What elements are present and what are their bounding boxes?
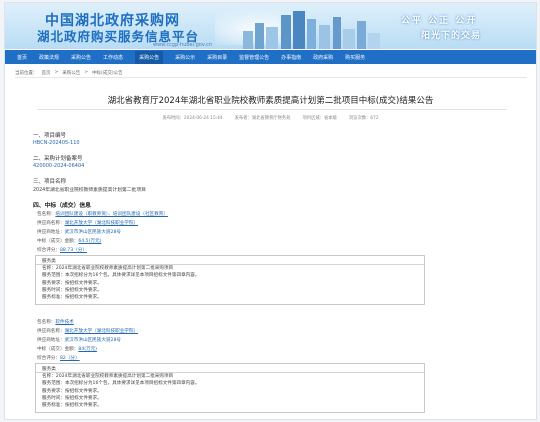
award1-amount: 中标（成交）金额：64.5(万元) [37, 238, 101, 244]
award1-package: 包名称：培训团队建设（职教师资）、培训团队建设（社区教育） [37, 211, 168, 217]
award2-amount-value: 84(万元) [78, 347, 97, 352]
award1-package-label: 包名称： [37, 212, 56, 217]
award2-score-value: 82（分） [59, 356, 80, 361]
award1-service-scope: 服务范围：本次招标分为16个包。具体要求详见本项目招标文件第四章内容。 [42, 273, 200, 279]
page-frame: 中国湖北政府采购网 湖北政府购买服务信息平台 www.ccgp-hubei.go… [4, 2, 537, 420]
nav-item-work[interactable]: 工作动态 [103, 54, 123, 61]
nav-item-policy[interactable]: 政策法规 [39, 54, 59, 61]
award2-supplier: 供应商名称：湖北开放大学（湖北科技职业学院） [37, 328, 138, 334]
nav-item-announce[interactable]: 采购公告 [71, 54, 91, 61]
main-nav: 首页 政策法规 采购公告 工作动态 采购公告 采购公示 采购目录 监督管理公告 … [5, 50, 536, 64]
nav-item-gov-procure[interactable]: 政府采购 [313, 54, 333, 61]
meta-publisher: 发布者：湖北省教育厅财务处 [234, 116, 291, 121]
project-name-value: 2024年湖北省职业院校教师素质提高计划第二批项目 [33, 188, 146, 193]
award1-address-value: 武汉市洪山区民族大道28号 [64, 230, 121, 235]
breadcrumb-item-award[interactable]: 中标(成交)公告 [92, 70, 123, 76]
breadcrumb-separator: > [54, 70, 59, 75]
award2-service-name: 名称：2024年湖北省职业院校教师素质提高计划第二批采购项目 [42, 374, 174, 379]
award1-supplier: 供应商名称：湖北开放大学（湖北科技职业学院） [37, 220, 138, 226]
slogan-fair: 公平 公正 公开 [401, 16, 478, 26]
award2-service-box-head: 服务类 [36, 364, 424, 373]
slogan-sunshine: 阳光下的交易 [421, 31, 482, 41]
award2-address: 供应商地址：武汉市洪山区民族大道28号 [37, 337, 121, 343]
award1-service-time: 服务时间：按招标文件要求。 [42, 287, 102, 293]
award2-supplier-label: 供应商名称： [37, 329, 65, 334]
nav-item-purchase-notice[interactable]: 采购公告 [135, 50, 164, 64]
award1-service-box-head: 服务类 [36, 256, 424, 265]
nav-item-buy-service[interactable]: 购买服务 [345, 54, 365, 61]
award1-score-value: 88.73（分） [59, 248, 87, 253]
project-number-value: HBCN-202405-110 [33, 140, 80, 146]
site-banner: 中国湖北政府采购网 湖北政府购买服务信息平台 www.ccgp-hubei.go… [5, 3, 536, 49]
breadcrumb-prefix: 当前位置： [15, 70, 38, 76]
award2-amount: 中标（成交）金额：84(万元) [37, 346, 97, 352]
title-divider [37, 109, 507, 110]
award2-address-value: 武汉市洪山区民族大道28号 [64, 338, 121, 343]
award1-amount-value: 64.5(万元) [78, 239, 102, 244]
award1-package-value[interactable]: 培训团队建设（职教师资）、培训团队建设（社区教育） [55, 212, 168, 217]
nav-item-publicity[interactable]: 采购公示 [175, 54, 195, 61]
section-plan-number-heading: 二、采购计划备案号 [33, 156, 83, 162]
page-title: 湖北省教育厅2024年湖北省职业院校教师素质提高计划第二批项目中标(成交)结果公… [107, 96, 434, 106]
award2-package-value[interactable]: 软件技术 [55, 320, 73, 325]
award2-service-standard: 服务标准：按招标文件要求。 [42, 403, 102, 409]
section-project-number-heading: 一、项目编号 [33, 133, 67, 139]
award2-service-box: 服务类 名称：2024年湖北省职业院校教师素质提高计划第二批采购项目 服务范围：… [35, 363, 425, 413]
nav-item-home[interactable]: 首页 [17, 54, 27, 61]
award1-address: 供应商地址：武汉市洪山区民族大道28号 [37, 229, 121, 235]
award1-score: 综合评分：88.73（分） [37, 247, 87, 253]
award1-amount-label: 中标（成交）金额： [37, 239, 79, 244]
award2-address-label: 供应商地址： [37, 338, 65, 343]
meta-date: 发布时间：2024-06-24 15:44 [162, 116, 223, 121]
award1-supplier-label: 供应商名称： [37, 221, 65, 226]
award2-package-label: 包名称： [37, 320, 56, 325]
award1-address-label: 供应商地址： [37, 230, 65, 235]
award2-service-time: 服务时间：按招标文件要求。 [42, 395, 102, 401]
award2-package: 包名称：软件技术 [37, 319, 74, 325]
nav-item-guide[interactable]: 办事指南 [281, 54, 301, 61]
award2-service-scope: 服务范围：本次招标分为16个包，具体要求详见本项目招标文件第四章内容。 [42, 381, 200, 387]
breadcrumb-separator: > [84, 70, 89, 75]
plan-number-value: 420000-2024-06404 [33, 163, 85, 169]
breadcrumb-item-home[interactable]: 首页 [42, 70, 51, 76]
nav-item-supervision[interactable]: 监督管理公告 [239, 54, 269, 61]
city-skyline-image [243, 11, 380, 49]
award2-service-requirement: 服务要求：按招标文件要求。 [42, 388, 102, 394]
award1-service-requirement: 服务要求：按招标文件要求。 [42, 280, 102, 286]
award2-supplier-value[interactable]: 湖北开放大学（湖北科技职业学院） [65, 329, 139, 334]
award1-service-name: 名称：2024年湖北省职业院校教师素质提高计划第二批采购项目 [42, 266, 174, 271]
award1-service-standard: 服务标准：按招标文件要求。 [42, 295, 102, 301]
section-project-name-heading: 三、项目名称 [33, 179, 67, 185]
breadcrumb-item-notice[interactable]: 采购公告 [62, 70, 80, 76]
breadcrumb: 当前位置： 首页 > 采购公告 > 中标(成交)公告 [15, 68, 527, 78]
award1-service-box: 服务类 名称：2024年湖北省职业院校教师素质提高计划第二批采购项目 服务范围：… [35, 255, 425, 305]
award2-score: 综合评分：82（分） [37, 355, 80, 361]
meta-region: 项目区域：省本级 [302, 116, 337, 121]
notice-meta: 发布时间：2024-06-24 15:44 发布者：湖北省教育厅财务处 项目区域… [5, 115, 536, 121]
award1-score-label: 综合评分： [37, 248, 60, 253]
nav-item-catalog[interactable]: 采购目录 [207, 54, 227, 61]
award2-score-label: 综合评分： [37, 356, 60, 361]
award2-amount-label: 中标（成交）金额： [37, 347, 79, 352]
meta-views: 浏览次数：672 [348, 116, 379, 121]
site-url: www.ccgp-hubei.gov.cn [153, 42, 212, 48]
section-award-heading: 四、中标（成交）信息 [33, 203, 91, 209]
award1-supplier-value[interactable]: 湖北开放大学（湖北科技职业学院） [65, 221, 139, 226]
